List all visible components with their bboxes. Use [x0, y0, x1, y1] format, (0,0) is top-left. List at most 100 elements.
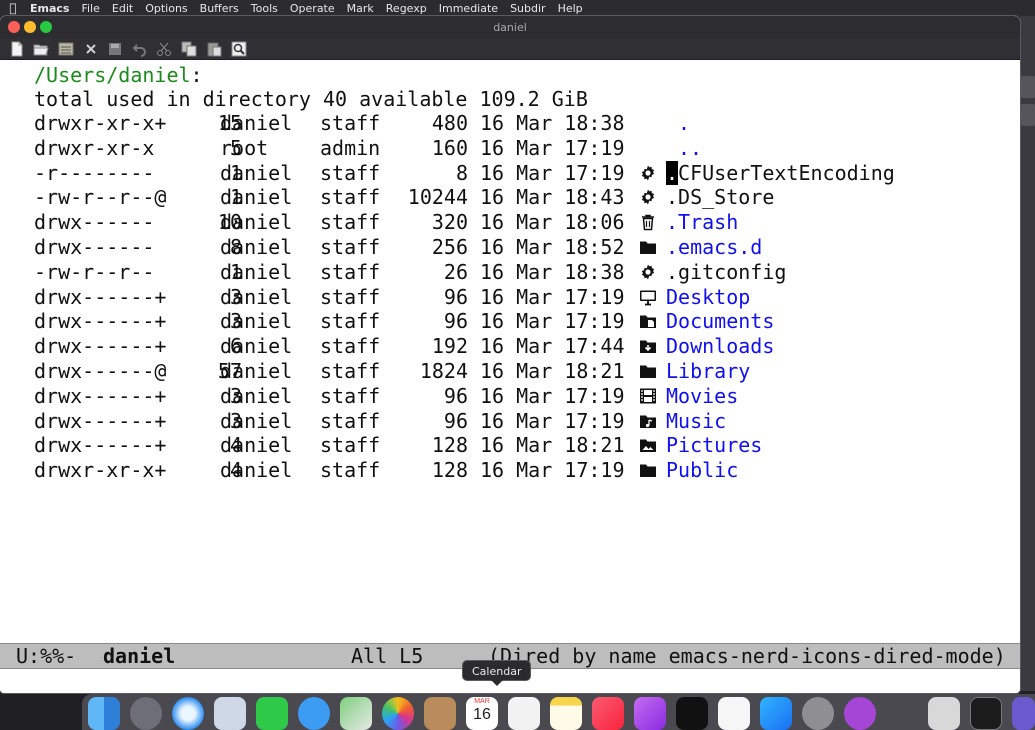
file-group: staff	[320, 160, 381, 185]
text-cursor: .	[666, 160, 679, 185]
file-group: admin	[320, 135, 381, 160]
file-name[interactable]: Desktop	[666, 285, 750, 309]
file-permissions: -rw-r--r--@	[34, 185, 167, 210]
terminal-icon[interactable]	[970, 697, 1002, 730]
file-modified-date: 16 Mar 18:38	[480, 259, 625, 284]
file-name[interactable]: Public	[666, 458, 738, 482]
save-icon[interactable]	[107, 41, 123, 57]
close-icon[interactable]	[83, 41, 99, 57]
menu-emacs[interactable]: Emacs	[30, 2, 77, 15]
file-name[interactable]: Pictures	[666, 433, 762, 457]
menu-buffers[interactable]: Buffers	[200, 2, 247, 15]
menu-subdir[interactable]: Subdir	[510, 2, 554, 15]
reminders-icon[interactable]	[508, 697, 540, 730]
file-size: 96	[443, 408, 468, 433]
menu-immediate[interactable]: Immediate	[439, 2, 506, 15]
dock-app-icon[interactable]	[1012, 697, 1035, 730]
mode-line-position: All L5	[351, 644, 424, 668]
file-name[interactable]: .CFUserTextEncoding	[666, 160, 895, 185]
contacts-icon[interactable]	[424, 697, 456, 730]
file-name[interactable]: .DS_Store	[666, 185, 774, 209]
background-window-button	[1021, 76, 1035, 98]
dired-header-line: /Users/daniel:	[34, 63, 203, 87]
file-size: 96	[443, 284, 468, 309]
file-modified-date: 16 Mar 18:21	[480, 433, 625, 458]
file-owner: daniel	[220, 433, 293, 458]
file-group: staff	[320, 359, 381, 383]
menu-help[interactable]: Help	[558, 2, 591, 15]
maps-icon[interactable]	[340, 697, 372, 730]
file-owner: daniel	[220, 284, 293, 309]
notes-icon[interactable]	[550, 697, 582, 730]
file-permissions: drwxr-xr-x	[34, 135, 155, 160]
file-permissions: drwx------@	[34, 359, 167, 383]
window-titlebar[interactable]: daniel	[0, 16, 1020, 38]
open-folder-icon[interactable]	[33, 41, 49, 57]
new-file-icon[interactable]	[9, 41, 25, 57]
file-name[interactable]: .	[678, 111, 690, 135]
documents-icon	[639, 312, 657, 330]
file-owner: daniel	[220, 111, 293, 135]
mode-line-status: U:%%-	[16, 644, 77, 668]
file-size: 320	[431, 210, 468, 235]
messages-icon[interactable]	[298, 697, 330, 730]
paste-icon[interactable]	[206, 41, 222, 57]
file-permissions: drwxr-xr-x+	[34, 458, 167, 483]
launchpad-icon[interactable]	[130, 697, 162, 730]
safari-icon[interactable]	[172, 697, 204, 730]
file-size: 256	[431, 235, 468, 259]
file-owner: daniel	[220, 458, 293, 483]
calendar-icon[interactable]: MAR 16	[466, 697, 498, 730]
menu-tools[interactable]: Tools	[251, 2, 286, 15]
facetime-icon[interactable]	[256, 697, 288, 730]
copy-icon[interactable]	[181, 41, 197, 57]
file-modified-date: 16 Mar 17:19	[480, 408, 625, 433]
file-size: 128	[431, 433, 468, 458]
directory-path[interactable]: /Users/daniel	[34, 63, 191, 87]
file-owner: daniel	[220, 259, 293, 284]
dired-buffer[interactable]: /Users/daniel: total used in directory 4…	[0, 61, 1020, 643]
podcasts-icon[interactable]	[634, 697, 666, 730]
mode-line-major-mode[interactable]: (Dired by name emacs-nerd-icons-dired-mo…	[488, 644, 1006, 668]
search-icon[interactable]	[231, 41, 247, 57]
menu-mark[interactable]: Mark	[347, 2, 382, 15]
file-owner: daniel	[220, 334, 293, 359]
file-modified-date: 16 Mar 17:19	[480, 383, 625, 408]
menu-operate[interactable]: Operate	[290, 2, 343, 15]
system-preferences-icon[interactable]	[802, 697, 834, 730]
file-name[interactable]: .gitconfig	[666, 260, 786, 284]
font-book-icon[interactable]	[928, 697, 960, 730]
file-name[interactable]: Movies	[666, 384, 738, 408]
gear-icon	[639, 263, 657, 281]
file-name[interactable]: ..	[678, 136, 702, 160]
music-folder-icon	[639, 412, 657, 430]
file-name[interactable]: .emacs.d	[666, 235, 762, 259]
file-name[interactable]: Music	[666, 409, 726, 433]
file-name[interactable]: Downloads	[666, 334, 774, 358]
tv-icon[interactable]	[676, 697, 708, 730]
feedback-assistant-icon[interactable]	[844, 697, 876, 730]
file-owner: daniel	[220, 160, 293, 185]
file-name[interactable]: Library	[666, 359, 750, 383]
file-permissions: drwx------+	[34, 433, 167, 458]
menu-options[interactable]: Options	[145, 2, 195, 15]
file-name[interactable]: Documents	[666, 309, 774, 333]
finder-icon[interactable]	[88, 697, 120, 730]
apple-menu-icon[interactable]: 	[0, 1, 26, 15]
menu-regexp[interactable]: Regexp	[386, 2, 435, 15]
file-name[interactable]: .Trash	[666, 210, 738, 234]
mail-icon[interactable]	[214, 697, 246, 730]
cut-icon[interactable]	[156, 41, 172, 57]
file-owner: root	[220, 135, 269, 160]
app-store-icon[interactable]	[760, 697, 792, 730]
dired-icon[interactable]	[58, 41, 74, 57]
music-icon[interactable]	[592, 697, 624, 730]
undo-icon[interactable]	[132, 41, 148, 57]
mode-line-buffer-name[interactable]: daniel	[103, 644, 175, 668]
news-icon[interactable]	[718, 697, 750, 730]
folder-icon	[639, 362, 657, 380]
file-modified-date: 16 Mar 18:43	[480, 185, 625, 210]
menu-edit[interactable]: Edit	[112, 2, 141, 15]
photos-icon[interactable]	[382, 697, 414, 730]
menu-file[interactable]: File	[81, 2, 107, 15]
